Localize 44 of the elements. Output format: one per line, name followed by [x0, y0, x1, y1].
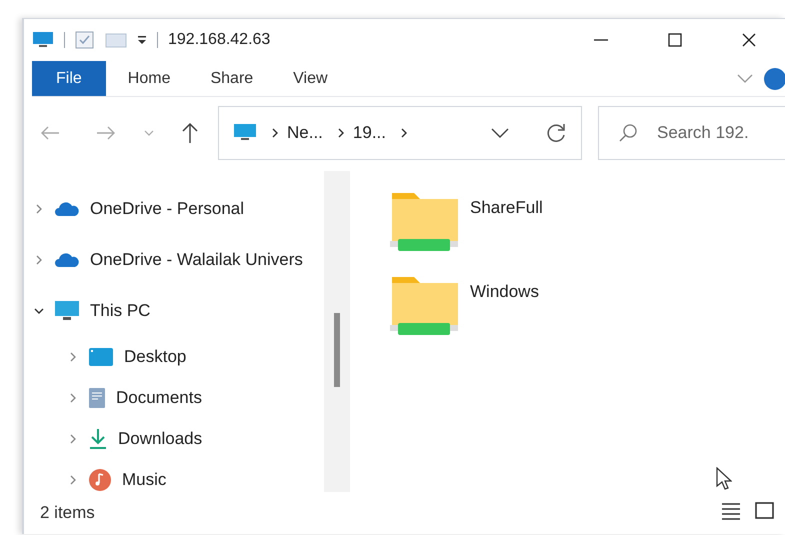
navigation-item[interactable]: Downloads — [24, 418, 324, 459]
navigation-item[interactable]: Documents — [24, 377, 324, 418]
chevron-right-icon[interactable] — [336, 127, 345, 139]
music-icon — [88, 468, 112, 492]
scrollbar-thumb[interactable] — [334, 313, 340, 387]
navigation-item[interactable]: Music — [24, 459, 324, 492]
details-view-icon[interactable] — [721, 502, 741, 520]
cloud-icon — [54, 200, 80, 216]
navigation-item[interactable]: OneDrive - Personal — [24, 183, 324, 234]
dropdown-icon[interactable] — [137, 35, 147, 45]
chevron-down-icon[interactable] — [34, 306, 44, 316]
navigation-item[interactable]: OneDrive - Walailak Univers — [24, 234, 324, 285]
computer-icon — [233, 123, 257, 143]
folder-label[interactable]: ShareFull — [470, 195, 543, 220]
folder-label[interactable]: Windows — [470, 279, 539, 304]
checkmark-icon[interactable] — [75, 31, 95, 49]
close-icon[interactable] — [741, 32, 757, 48]
navigation-item[interactable]: Desktop — [24, 336, 324, 377]
ribbon-tab[interactable]: File — [32, 61, 106, 96]
large-icons-view-icon[interactable] — [755, 502, 775, 520]
ribbon-tab[interactable]: Share — [198, 61, 266, 96]
cursor-icon — [716, 467, 732, 491]
breadcrumb[interactable]: 19... — [352, 120, 386, 146]
breadcrumb[interactable]: Ne... — [287, 120, 323, 146]
ribbon-tab[interactable]: Home — [116, 61, 182, 96]
search-field[interactable]: Search 192. — [598, 106, 785, 160]
chevron-right-icon[interactable] — [271, 127, 279, 139]
navigation-item[interactable]: This PC — [24, 285, 324, 336]
chevron-down-icon[interactable] — [491, 128, 509, 138]
computer-icon — [54, 300, 80, 322]
cloud-icon — [54, 252, 80, 268]
refresh-icon[interactable] — [545, 122, 567, 144]
address-bar[interactable]: Ne... 19... — [218, 106, 582, 160]
computer-icon[interactable] — [32, 31, 54, 49]
document-icon — [88, 386, 106, 408]
desktop-icon — [88, 346, 114, 366]
item-count: 2 items — [40, 502, 95, 524]
up-arrow-icon[interactable] — [180, 122, 200, 144]
download-icon — [88, 428, 108, 450]
maximize-icon[interactable] — [667, 32, 683, 48]
ribbon-tab[interactable]: View — [281, 61, 340, 96]
chevron-right-icon[interactable] — [400, 127, 408, 139]
search-icon — [618, 123, 638, 143]
window-title: 192.168.42.63 — [168, 30, 270, 50]
